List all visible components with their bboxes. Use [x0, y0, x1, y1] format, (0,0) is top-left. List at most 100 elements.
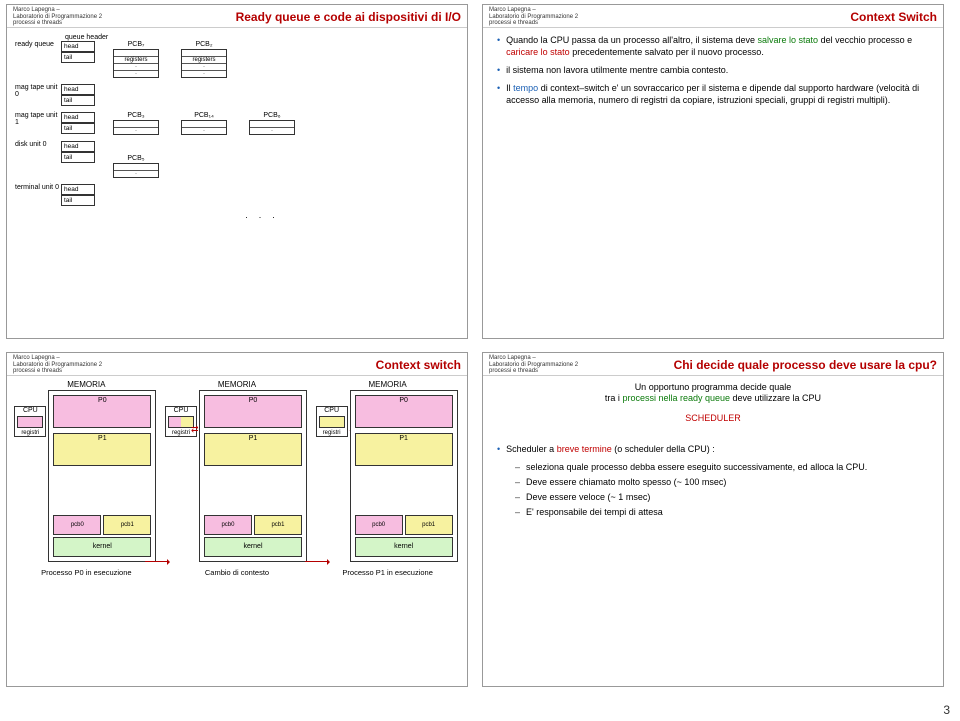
pcb-box: registers·· [181, 49, 227, 78]
slide-context-switch-text: Marco Lapegna – Laboratorio di Programma… [482, 4, 944, 339]
arrow-icon [145, 561, 169, 562]
memory-column: CPU registri ⇄ MEMORIA P0 P1 pcb0 pcb1 k… [167, 380, 307, 577]
text-frag: Scheduler a [506, 444, 554, 454]
memoria-label: MEMORIA [318, 380, 458, 389]
pcb-row: pcb0 pcb1 [204, 515, 302, 535]
author-topic: processi e threads [489, 20, 578, 27]
text-green: salvare lo stato [758, 35, 819, 45]
process-p0: P0 [53, 395, 151, 428]
pcb0-box: pcb0 [53, 515, 101, 535]
author-block: Marco Lapegna – Laboratorio di Programma… [489, 7, 578, 27]
pcb-node: PCB₆ · [249, 112, 295, 135]
pcb-group: PCB₇ registers·· PCB₂ registers·· [113, 41, 227, 78]
text-frag: di context–switch e' un sovraccarico per… [506, 83, 919, 105]
memory-column: CPU registri → MEMORIA P0 P1 pcb0 pcb1 k… [16, 380, 156, 577]
head-cell: head [61, 184, 95, 195]
pcb-label: PCB₁₄ [181, 112, 227, 119]
text-frag: Quando la CPU passa da un processo all'a… [506, 35, 755, 45]
pcb0-box: pcb0 [355, 515, 403, 535]
sub-text: E' responsabile dei tempi di attesa [526, 506, 663, 518]
pcb-node: PCB₅ · [113, 155, 159, 178]
cpu-label: CPU [166, 407, 196, 414]
head-cell: head [61, 41, 95, 52]
ready-queue-row: ready queue head tail PCB₇ registers·· P… [15, 41, 459, 78]
kernel-box: kernel [204, 537, 302, 557]
pcb-node: PCB₃ · [113, 112, 159, 135]
ellipsis: · · · [65, 212, 459, 222]
author-course: Laboratorio di Programmazione 2 [489, 362, 578, 369]
intro-line2: tra i processi nella ready queue deve ut… [503, 393, 923, 405]
intro-block: Un opportuno programma decide quale tra … [483, 376, 943, 425]
magtape0-label: mag tape unit 0 [15, 84, 61, 98]
bullet: Quando la CPU passa da un processo all'a… [497, 34, 933, 58]
pcb-row: pcb0 pcb1 [355, 515, 453, 535]
text-frag: Il [506, 83, 511, 93]
magtape1-label: mag tape unit 1 [15, 112, 61, 126]
slide-title: Chi decide quale processo deve usare la … [578, 358, 937, 372]
author-block: Marco Lapegna – Laboratorio di Programma… [13, 7, 102, 27]
pcb-box: · [113, 120, 159, 135]
head-tail-pair: head tail [61, 84, 95, 106]
pcb-box: · [249, 120, 295, 135]
author-name: Marco Lapegna – [489, 7, 578, 14]
pcb-label: PCB₆ [249, 112, 295, 119]
sub-bullet: seleziona quale processo debba essere es… [515, 461, 933, 473]
slide-header: Marco Lapegna – Laboratorio di Programma… [7, 353, 467, 376]
cpu-box: CPU registri [316, 406, 348, 437]
pcb-label: PCB₇ [113, 41, 159, 48]
slide-header: Marco Lapegna – Laboratorio di Programma… [7, 5, 467, 28]
caption: Processo P1 in esecuzione [318, 568, 458, 577]
slide-context-switch-diagram: Marco Lapegna – Laboratorio di Programma… [6, 352, 468, 687]
text-green: processi nella ready queue [622, 393, 730, 403]
process-p0: P0 [355, 395, 453, 428]
sub-text: seleziona quale processo debba essere es… [526, 461, 867, 473]
magtape0-row: mag tape unit 0 head tail [15, 84, 459, 106]
text-frag: del vecchio processo e [821, 35, 913, 45]
tail-cell: tail [61, 152, 95, 163]
arrow-icon [305, 561, 329, 562]
author-course: Laboratorio di Programmazione 2 [489, 14, 578, 21]
slide-header: Marco Lapegna – Laboratorio di Programma… [483, 5, 943, 28]
slide-title: Context switch [102, 358, 461, 372]
kernel-box: kernel [355, 537, 453, 557]
intro-line1: Un opportuno programma decide quale [503, 382, 923, 394]
sub-text: Deve essere chiamato molto spesso (~ 100… [526, 476, 726, 488]
text-frag: precedentemente salvato per il nuovo pro… [572, 47, 764, 57]
memory-rect: P0 P1 pcb0 pcb1 kernel [199, 390, 307, 562]
cpu-reg [17, 416, 43, 428]
caption: Cambio di contesto [167, 568, 307, 577]
bullet-text: Scheduler a breve termine (o scheduler d… [506, 443, 715, 455]
memory-column: CPU registri → MEMORIA P0 P1 pcb0 pcb1 k… [318, 380, 458, 577]
author-name: Marco Lapegna – [13, 355, 102, 362]
queue-header-label: queue header [65, 34, 459, 41]
slide-title: Context Switch [578, 10, 937, 24]
kernel-box: kernel [53, 537, 151, 557]
sub-text: Deve essere veloce (~ 1 msec) [526, 491, 650, 503]
tail-cell: tail [61, 95, 95, 106]
head-cell: head [61, 84, 95, 95]
pcb-label: PCB₅ [113, 155, 159, 162]
caption: Processo P0 in esecuzione [16, 568, 156, 577]
memory-rect: P0 P1 pcb0 pcb1 kernel [48, 390, 156, 562]
process-p1: P1 [53, 433, 151, 466]
page-number: 3 [943, 703, 950, 717]
author-block: Marco Lapegna – Laboratorio di Programma… [489, 355, 578, 375]
head-tail-pair: head tail [61, 41, 95, 63]
sub-bullet: Deve essere veloce (~ 1 msec) [515, 491, 933, 503]
text-blue: tempo [513, 83, 538, 93]
sub-bullet: Deve essere chiamato molto spesso (~ 100… [515, 476, 933, 488]
disk0-row: disk unit 0 head tail PCB₅ · [15, 141, 459, 178]
tail-cell: tail [61, 195, 95, 206]
head-cell: head [61, 141, 95, 152]
text-frag: tra i [605, 393, 623, 403]
queue-diagram: queue header ready queue head tail PCB₇ … [7, 28, 467, 228]
pcb-row: pcb0 pcb1 [53, 515, 151, 535]
pcb-registers: registers [182, 56, 226, 63]
slide-title: Ready queue e code ai dispositivi di I/O [102, 10, 461, 24]
sub-bullet: E' responsabile dei tempi di attesa [515, 506, 933, 518]
author-name: Marco Lapegna – [489, 355, 578, 362]
pcb-node: PCB₂ registers·· [181, 41, 227, 78]
bullet-text: Quando la CPU passa da un processo all'a… [506, 34, 933, 58]
head-cell: head [61, 112, 95, 123]
author-course: Laboratorio di Programmazione 2 [13, 362, 102, 369]
